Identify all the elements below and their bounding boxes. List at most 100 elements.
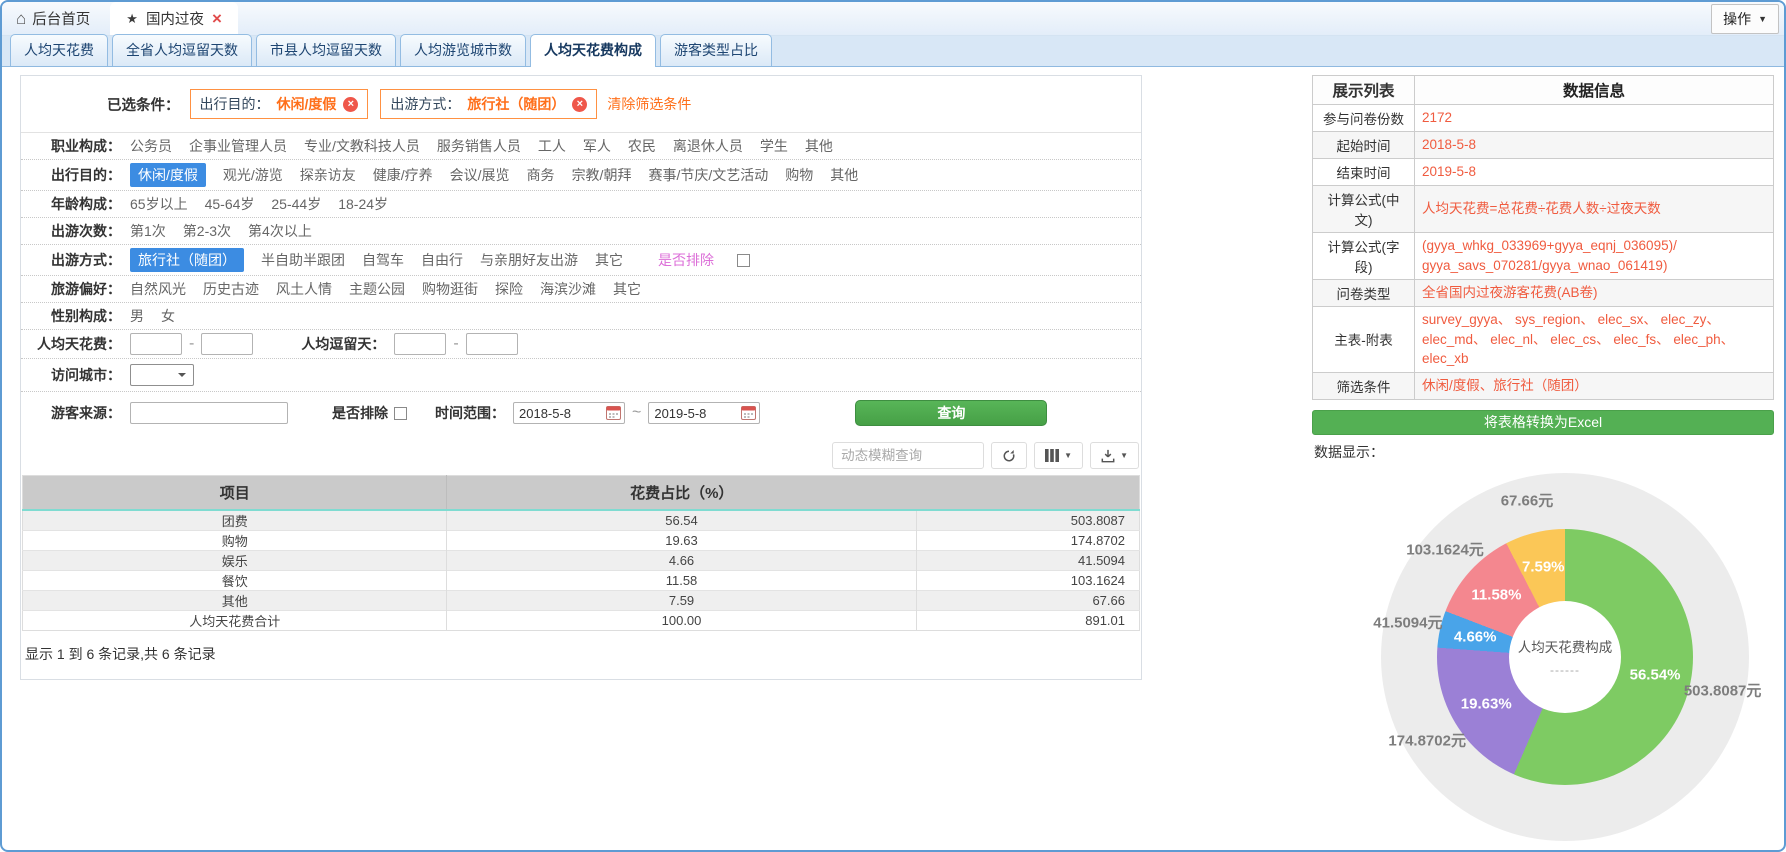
exclude-checkbox[interactable] bbox=[394, 407, 407, 420]
filter-option[interactable]: 历史古迹 bbox=[203, 279, 259, 299]
filter-option[interactable]: 18-24岁 bbox=[338, 194, 388, 214]
filter-option[interactable]: 离退休人员 bbox=[673, 136, 743, 156]
filter-option[interactable]: 45-64岁 bbox=[205, 194, 255, 214]
info-header-left: 展示列表 bbox=[1313, 76, 1415, 105]
view-tab-2[interactable]: 全省人均逗留天数 bbox=[112, 34, 252, 66]
filter-option[interactable]: 其他 bbox=[805, 136, 833, 156]
filter-option[interactable]: 军人 bbox=[583, 136, 611, 156]
visitor-source-input[interactable] bbox=[130, 402, 288, 424]
filter-option[interactable]: 健康/疗养 bbox=[373, 165, 433, 185]
filter-option[interactable]: 自由行 bbox=[421, 250, 463, 270]
filter-option[interactable]: 赛事/节庆/文艺活动 bbox=[648, 165, 768, 185]
stay-min-input[interactable] bbox=[394, 333, 446, 355]
filter-option[interactable]: 企事业管理人员 bbox=[189, 136, 287, 156]
time-range-label: 时间范围： bbox=[435, 403, 505, 423]
info-row-value: 2018-5-8 bbox=[1415, 132, 1774, 159]
refresh-button[interactable] bbox=[991, 442, 1027, 469]
filter-option[interactable]: 其它 bbox=[595, 250, 623, 270]
filter-option[interactable]: 购物逛街 bbox=[422, 279, 478, 299]
home-tab[interactable]: ⌂ 后台首页 bbox=[2, 2, 110, 35]
filter-option[interactable]: 自然风光 bbox=[130, 279, 186, 299]
info-row: 筛选条件休闲/度假、旅行社（随团） bbox=[1313, 372, 1774, 399]
info-row-value: 2172 bbox=[1415, 105, 1774, 132]
chip-remove-icon[interactable]: × bbox=[572, 97, 587, 112]
calendar-icon[interactable] bbox=[741, 405, 756, 420]
filter-option[interactable]: 宗教/朝拜 bbox=[572, 165, 632, 185]
filter-options: 自然风光历史古迹风土人情主题公园购物逛街探险海滨沙滩其它 bbox=[130, 279, 641, 299]
filter-option[interactable]: 半自助半跟团 bbox=[261, 250, 345, 270]
filter-option[interactable]: 风土人情 bbox=[276, 279, 332, 299]
filter-option[interactable]: 观光/游览 bbox=[223, 165, 283, 185]
filter-option[interactable]: 专业/文教科技人员 bbox=[304, 136, 420, 156]
stay-max-input[interactable] bbox=[466, 333, 518, 355]
filter-option[interactable]: 探险 bbox=[495, 279, 523, 299]
filter-option[interactable]: 与亲朋好友出游 bbox=[480, 250, 578, 270]
filter-option[interactable]: 其他 bbox=[830, 165, 858, 185]
filter-options: 公务员企事业管理人员专业/文教科技人员服务销售人员工人军人农民离退休人员学生其他 bbox=[130, 136, 833, 156]
spend-min-input[interactable] bbox=[130, 333, 182, 355]
data-display-label: 数据显示： bbox=[1314, 442, 1772, 462]
clear-filters-link[interactable]: 清除筛选条件 bbox=[607, 94, 691, 114]
fuzzy-search-input[interactable] bbox=[832, 442, 984, 469]
view-tab-5[interactable]: 人均天花费构成 bbox=[530, 34, 656, 67]
date-to-wrap bbox=[648, 402, 760, 424]
filter-option[interactable]: 会议/展览 bbox=[450, 165, 510, 185]
spend-max-input[interactable] bbox=[201, 333, 253, 355]
data-info-table: 展示列表 数据信息 参与问卷份数2172起始时间2018-5-8结束时间2019… bbox=[1312, 75, 1774, 400]
columns-icon bbox=[1045, 449, 1059, 462]
filter-options: 旅行社（随团）半自助半跟团自驾车自由行与亲朋好友出游其它是否排除 bbox=[130, 248, 750, 272]
filter-option[interactable]: 65岁以上 bbox=[130, 194, 188, 214]
view-tab-6[interactable]: 游客类型占比 bbox=[660, 34, 772, 66]
filter-option[interactable]: 自驾车 bbox=[362, 250, 404, 270]
actions-button-label: 操作 bbox=[1723, 9, 1751, 29]
filter-option[interactable]: 25-44岁 bbox=[271, 194, 321, 214]
view-tab-4[interactable]: 人均游览城市数 bbox=[400, 34, 526, 66]
view-tab-3[interactable]: 市县人均逗留天数 bbox=[256, 34, 396, 66]
filter-option[interactable]: 其它 bbox=[613, 279, 641, 299]
filter-option[interactable]: 农民 bbox=[628, 136, 656, 156]
view-tab-1[interactable]: 人均天花费 bbox=[10, 34, 108, 66]
filter-chip: 出游方式：旅行社（随团）× bbox=[380, 89, 597, 119]
filter-option[interactable]: 主题公园 bbox=[349, 279, 405, 299]
chip-value: 休闲/度假 bbox=[277, 94, 337, 114]
filter-option[interactable]: 探亲访友 bbox=[300, 165, 356, 185]
filter-option[interactable]: 休闲/度假 bbox=[130, 163, 206, 187]
pie-slice-label: 7.59% bbox=[1522, 559, 1565, 576]
exclude-checkbox[interactable] bbox=[737, 254, 750, 267]
caret-down-icon: ▼ bbox=[1758, 14, 1767, 24]
table-header-pct[interactable]: 花费占比（%） bbox=[447, 476, 916, 510]
filter-option[interactable]: 第4次以上 bbox=[248, 221, 312, 241]
calendar-icon[interactable] bbox=[606, 405, 621, 420]
filter-option[interactable]: 学生 bbox=[760, 136, 788, 156]
filter-option[interactable]: 公务员 bbox=[130, 136, 172, 156]
query-button[interactable]: 查询 bbox=[855, 400, 1047, 426]
filter-chip: 出行目的：休闲/度假× bbox=[190, 89, 369, 119]
filter-option[interactable]: 购物 bbox=[785, 165, 813, 185]
export-icon bbox=[1101, 449, 1115, 463]
export-button[interactable]: ▼ bbox=[1090, 442, 1139, 469]
doc-tab-active[interactable]: ★ 国内过夜 × bbox=[110, 2, 238, 35]
range-filter-row: 人均天花费： - 人均逗留天： - bbox=[21, 330, 1141, 359]
filter-option[interactable]: 女 bbox=[161, 306, 175, 326]
visit-city-select[interactable] bbox=[130, 364, 194, 386]
actions-button[interactable]: 操作 ▼ bbox=[1711, 4, 1779, 34]
range-dash: - bbox=[453, 335, 458, 353]
filter-option[interactable]: 商务 bbox=[527, 165, 555, 185]
columns-button[interactable]: ▼ bbox=[1034, 442, 1083, 469]
close-tab-icon[interactable]: × bbox=[212, 10, 222, 27]
cell-item: 购物 bbox=[23, 530, 447, 550]
info-row-label: 问卷类型 bbox=[1313, 280, 1415, 307]
filter-option[interactable]: 海滨沙滩 bbox=[540, 279, 596, 299]
filter-option[interactable]: 工人 bbox=[538, 136, 566, 156]
chip-remove-icon[interactable]: × bbox=[343, 97, 358, 112]
table-header-item[interactable]: 项目 bbox=[23, 476, 447, 510]
pie-center-sub: ------ bbox=[1550, 663, 1580, 677]
filter-option[interactable]: 男 bbox=[130, 306, 144, 326]
filter-option[interactable]: 旅行社（随团） bbox=[130, 248, 244, 272]
info-row-label: 参与问卷份数 bbox=[1313, 105, 1415, 132]
filter-option[interactable]: 第1次 bbox=[130, 221, 166, 241]
filter-option[interactable]: 第2-3次 bbox=[183, 221, 231, 241]
filter-option[interactable]: 服务销售人员 bbox=[437, 136, 521, 156]
export-excel-button[interactable]: 将表格转换为Excel bbox=[1312, 410, 1774, 435]
cell-item: 餐饮 bbox=[23, 570, 447, 590]
